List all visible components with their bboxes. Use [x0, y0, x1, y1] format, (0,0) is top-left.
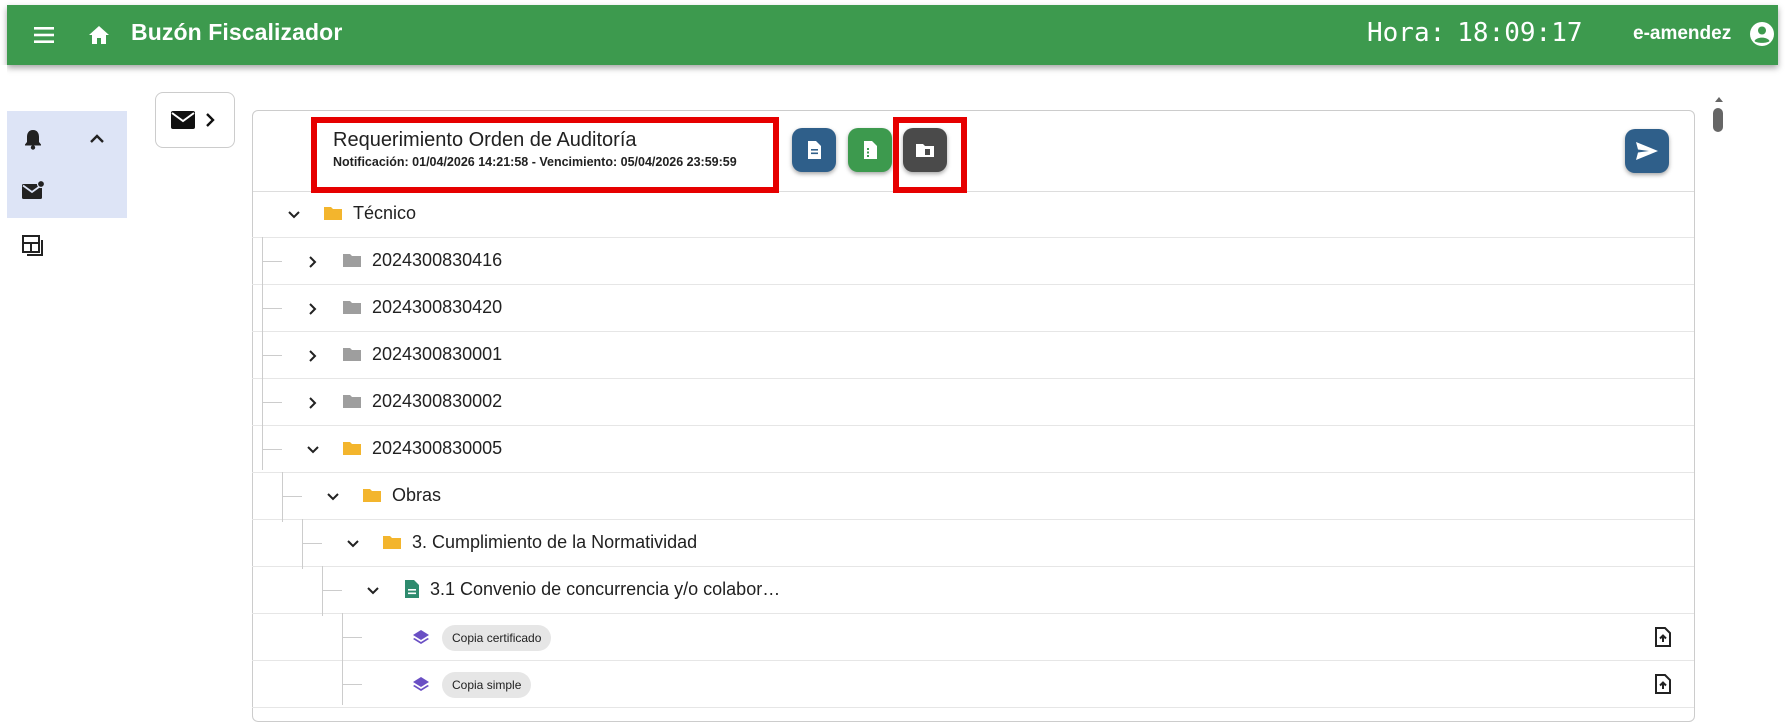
- tree-label: 2024300830002: [372, 391, 503, 411]
- tree-guide: [262, 261, 282, 262]
- tree-label: 2024300830420: [372, 297, 503, 317]
- spreadsheet-button[interactable]: [848, 128, 892, 172]
- send-icon: [1636, 142, 1658, 160]
- home-icon[interactable]: [83, 19, 115, 51]
- tree-row[interactable]: 2024300830005: [252, 426, 1694, 473]
- tree-row[interactable]: 2024300830001: [252, 332, 1694, 379]
- tree-label: 2024300830005: [372, 438, 503, 458]
- clock: Hora: 18:09:17: [1367, 18, 1583, 48]
- tree-guide: [282, 496, 302, 497]
- chevron-down-icon[interactable]: [365, 583, 381, 599]
- top-app-bar: Buzón Fiscalizador Hora: 18:09:17 e-amend…: [7, 5, 1778, 65]
- tree-row[interactable]: Copia certificado: [252, 614, 1694, 661]
- tree-guide: [262, 355, 282, 356]
- tree-guide: [262, 402, 282, 403]
- layers-icon: [413, 630, 429, 644]
- menu-icon[interactable]: [27, 20, 61, 50]
- folder-icon: [343, 301, 361, 314]
- scroll-up-arrow-icon[interactable]: [1713, 94, 1725, 104]
- chevron-right-icon[interactable]: [305, 395, 321, 411]
- tree-guide: [342, 637, 362, 638]
- tree-guide: [262, 308, 282, 309]
- tree-guide: [342, 684, 362, 685]
- tree-row[interactable]: Obras: [252, 473, 1694, 520]
- highlight-box-title: [311, 117, 779, 193]
- folder-icon: [324, 207, 342, 220]
- mail-toggle-button[interactable]: [155, 92, 235, 148]
- folder-icon: [343, 395, 361, 408]
- tree-label: 3.1 Convenio de concurrencia y/o colabor…: [430, 579, 781, 599]
- tree-label: Técnico: [353, 203, 417, 223]
- mail-icon: [171, 111, 195, 129]
- folder-icon: [363, 489, 381, 502]
- tree-guide: [302, 519, 303, 569]
- username[interactable]: e-amendez: [1633, 23, 1731, 45]
- tree-row[interactable]: 2024300830416: [252, 238, 1694, 285]
- folder-icon: [343, 442, 361, 455]
- highlight-box-button: [893, 117, 967, 193]
- document-button[interactable]: [792, 128, 836, 172]
- layers-icon: [413, 677, 429, 691]
- chevron-down-icon[interactable]: [345, 536, 361, 552]
- tree-guide: [322, 590, 342, 591]
- tree-label: 3. Cumplimiento de la Normatividad: [412, 532, 698, 552]
- tree-label: 2024300830416: [372, 250, 503, 270]
- folder-icon: [343, 254, 361, 267]
- tree-label: Obras: [392, 485, 442, 505]
- mail-badge-icon[interactable]: [20, 178, 46, 204]
- send-button[interactable]: [1625, 129, 1669, 173]
- clock-time: 18:09:17: [1457, 18, 1583, 48]
- tree-guide: [262, 449, 282, 450]
- tree-guide: [322, 566, 323, 616]
- chevron-up-icon[interactable]: [84, 126, 110, 152]
- app-title: Buzón Fiscalizador: [131, 19, 343, 45]
- tree-guide: [282, 472, 283, 522]
- chevron-down-icon[interactable]: [325, 489, 341, 505]
- tree-row[interactable]: 3. Cumplimiento de la Normatividad: [252, 520, 1694, 567]
- chevron-down-icon[interactable]: [286, 207, 302, 223]
- left-edge: [0, 65, 7, 705]
- tree-row[interactable]: 2024300830002: [252, 379, 1694, 426]
- chip-copia-simple[interactable]: Copia simple: [442, 672, 532, 698]
- tree-guide: [302, 543, 322, 544]
- tree-row[interactable]: Copia simple: [252, 661, 1694, 708]
- account-circle-icon[interactable]: [1747, 19, 1777, 49]
- file-upload-icon[interactable]: [1652, 673, 1674, 695]
- tree-label: 2024300830001: [372, 344, 503, 364]
- tree-row[interactable]: 2024300830420: [252, 285, 1694, 332]
- chevron-right-icon: [206, 113, 215, 127]
- file-upload-icon[interactable]: [1652, 626, 1674, 648]
- chevron-right-icon[interactable]: [305, 348, 321, 364]
- chevron-down-icon[interactable]: [305, 442, 321, 458]
- clock-label: Hora:: [1367, 18, 1446, 48]
- folder-icon: [383, 536, 401, 549]
- scrollbar-thumb[interactable]: [1713, 108, 1723, 132]
- tree-row[interactable]: Técnico: [252, 191, 1694, 238]
- bell-icon[interactable]: [20, 126, 46, 152]
- chevron-right-icon[interactable]: [305, 301, 321, 317]
- chevron-right-icon[interactable]: [305, 254, 321, 270]
- tree-guide: [262, 237, 263, 470]
- document-icon: [808, 141, 821, 159]
- chip-copia-certificado[interactable]: Copia certificado: [442, 625, 552, 651]
- layout-icon[interactable]: [20, 232, 46, 258]
- tree-guide: [342, 613, 343, 705]
- folder-icon: [343, 348, 361, 361]
- document-icon: [405, 580, 419, 598]
- spreadsheet-icon: [864, 141, 877, 159]
- tree-row[interactable]: 3.1 Convenio de concurrencia y/o colabor…: [252, 567, 1694, 614]
